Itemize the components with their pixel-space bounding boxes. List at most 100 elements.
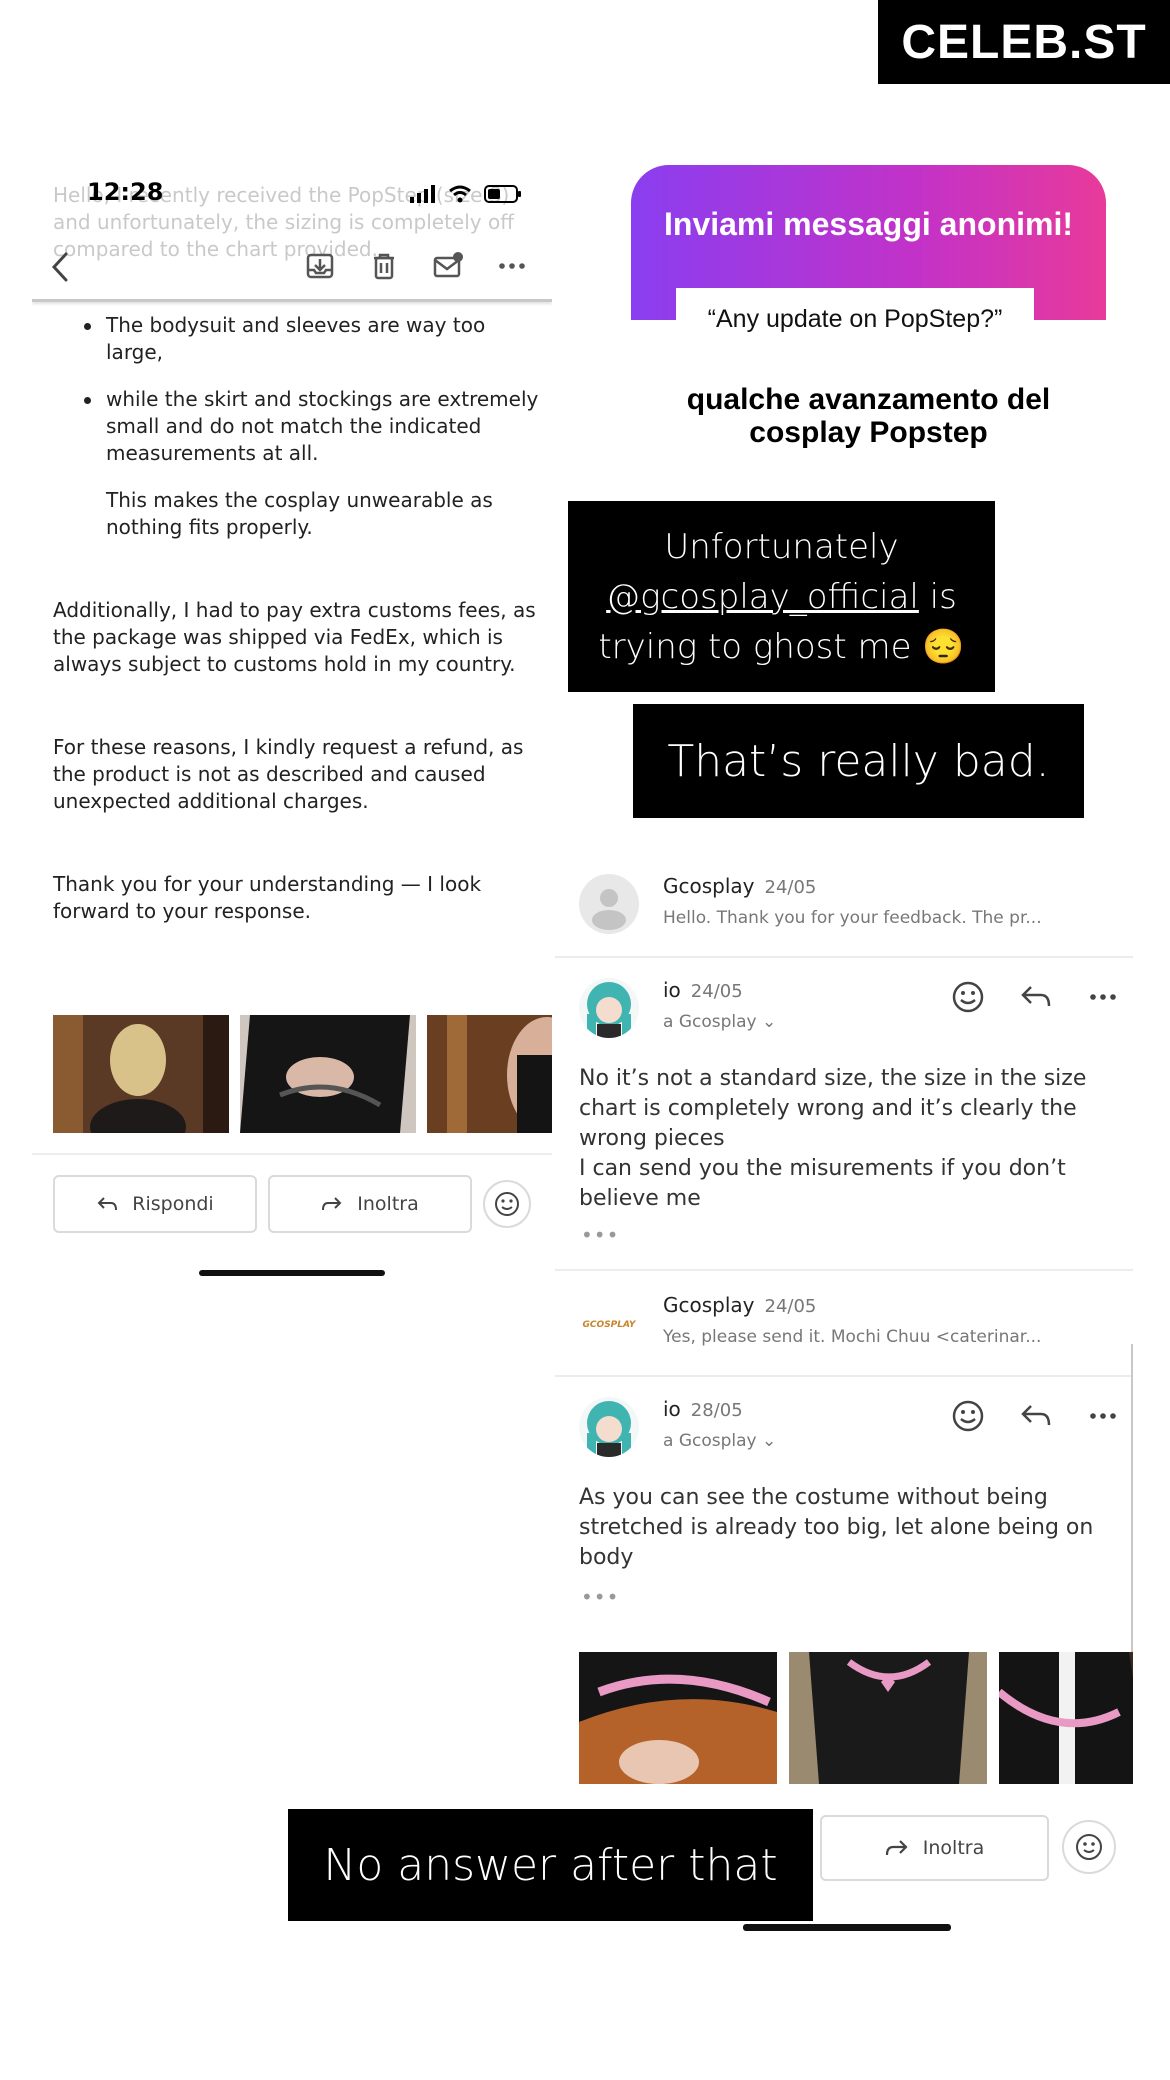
home-indicator: [743, 1924, 951, 1931]
message-date: 28/05: [690, 1400, 743, 1421]
battery-icon: [484, 185, 521, 203]
cellular-signal-icon: [410, 185, 435, 203]
message-date: 24/05: [690, 981, 743, 1002]
home-indicator: [199, 1270, 385, 1276]
attachment-photo[interactable]: [427, 1015, 552, 1133]
anonymous-question-card: Inviami messaggi anonimi! “Any update on…: [631, 165, 1106, 500]
sender-name: Gcosplay 24/05: [663, 874, 816, 898]
closing-paragraph: Thank you for your understanding — I loo…: [53, 872, 482, 923]
email-thread: Gcosplay 24/05 Hello. Thank you for your …: [555, 852, 1133, 1792]
expanded-message: io 24/05 a Gcosplay ⌄ No it’s not a stand…: [555, 958, 1133, 1271]
emoji-reaction-button[interactable]: [483, 1180, 531, 1228]
reply-label: Rispondi: [132, 1193, 214, 1215]
reply-arrow-icon: [97, 1197, 118, 1211]
emoji-reaction-button[interactable]: [1062, 1820, 1116, 1874]
message-date: 24/05: [764, 1296, 817, 1317]
list-item: while the skirt and stockings are extrem…: [53, 386, 543, 467]
anime-avatar-icon: [579, 1397, 639, 1457]
message-preview: Hello. Thank you for your feedback. The …: [663, 908, 1042, 928]
mark-unread-icon[interactable]: [432, 250, 464, 282]
forward-button[interactable]: Inoltra: [268, 1175, 472, 1233]
more-options-icon[interactable]: [1087, 1400, 1119, 1432]
more-options-icon[interactable]: [496, 250, 528, 282]
recipient-dropdown[interactable]: a Gcosplay ⌄: [663, 1431, 776, 1451]
smiley-icon: [1076, 1834, 1102, 1860]
attachment-photo[interactable]: [579, 1652, 777, 1784]
trash-icon[interactable]: [368, 250, 400, 282]
chevron-down-icon: ⌄: [762, 1012, 777, 1032]
sender-name: io 28/05: [663, 1397, 743, 1421]
attachment-photo[interactable]: [240, 1015, 416, 1133]
reply-icon[interactable]: [1019, 1401, 1053, 1431]
email-body: The bodysuit and sleeves are way too lar…: [53, 312, 543, 925]
message-body: No it’s not a standard size, the size in…: [579, 1064, 1119, 1214]
default-user-icon: [592, 889, 626, 930]
sender-label: io: [663, 978, 681, 1002]
avatar: [579, 978, 639, 1038]
archive-icon[interactable]: [304, 250, 336, 282]
no-answer-caption: No answer after that: [288, 1809, 813, 1921]
list-item: The bodysuit and sleeves are way too lar…: [53, 312, 543, 366]
show-quoted-text-button[interactable]: •••: [581, 1223, 619, 1247]
attachment-thumbnails: [53, 1015, 552, 1133]
recipient-label: a Gcosplay: [663, 1012, 757, 1032]
status-icons: [410, 185, 522, 203]
attachment-photos: [579, 1652, 1133, 1784]
question-text: “Any update on PopStep?”: [676, 288, 1034, 350]
refund-paragraph: For these reasons, I kindly request a re…: [53, 735, 524, 813]
reply-icon[interactable]: [1019, 982, 1053, 1012]
sender-name: io 24/05: [663, 978, 743, 1002]
question-card-title: Inviami messaggi anonimi!: [664, 206, 1073, 242]
sender-label: Gcosplay: [663, 874, 755, 898]
anime-avatar-icon: [579, 978, 639, 1038]
message-actions: [951, 1399, 1119, 1433]
email-screenshot: Hello, I recently received the PopStep (…: [32, 160, 552, 1295]
recipient-dropdown[interactable]: a Gcosplay ⌄: [663, 1012, 776, 1032]
reaction-caption: That’s really bad.: [633, 704, 1084, 818]
back-button[interactable]: [46, 250, 76, 288]
forward-arrow-icon: [322, 1197, 342, 1211]
attachment-photo[interactable]: [53, 1015, 229, 1133]
mention-link[interactable]: @gcosplay_official: [606, 577, 919, 617]
message-actions: [951, 980, 1119, 1014]
attachment-photo[interactable]: [789, 1652, 987, 1784]
sender-name: Gcosplay 24/05: [663, 1293, 816, 1317]
collapsed-message[interactable]: GCOSPLAY Gcosplay 24/05 Yes, please send …: [555, 1271, 1133, 1377]
customs-paragraph: Additionally, I had to pay extra customs…: [53, 598, 536, 676]
wifi-icon: [449, 185, 471, 203]
thread-scrollbar[interactable]: [1131, 1344, 1133, 1656]
show-quoted-text-button[interactable]: •••: [581, 1585, 619, 1609]
message-body: As you can see the costume without being…: [579, 1485, 1094, 1570]
recipient-label: a Gcosplay: [663, 1431, 757, 1451]
caption-line: Unfortunately: [664, 526, 899, 567]
sender-label: io: [663, 1397, 681, 1421]
chevron-left-icon: [51, 252, 68, 282]
smiley-icon[interactable]: [951, 980, 985, 1014]
collapsed-message[interactable]: Gcosplay 24/05 Hello. Thank you for your …: [555, 852, 1133, 958]
reply-button[interactable]: Rispondi: [53, 1175, 257, 1233]
smiley-icon[interactable]: [951, 1399, 985, 1433]
gcosplay-logo: GCOSPLAY: [579, 1293, 639, 1353]
gcosplay-logo-text: GCOSPLAY: [583, 1320, 637, 1330]
ghosting-caption: Unfortunately @gcosplay_official is tryi…: [568, 501, 995, 692]
question-answer: qualche avanzamento del cosplay Popstep: [686, 383, 1051, 449]
sender-label: Gcosplay: [663, 1293, 755, 1317]
message-line: No it’s not a standard size, the size in…: [579, 1066, 1087, 1151]
forward-button[interactable]: Inoltra: [820, 1815, 1049, 1881]
email-toolbar: [32, 232, 552, 302]
chevron-down-icon: ⌄: [762, 1431, 777, 1451]
unwearable-note: This makes the cosplay unwearable as not…: [106, 488, 493, 539]
forward-label: Inoltra: [922, 1837, 985, 1859]
more-options-icon[interactable]: [1087, 981, 1119, 1013]
avatar: [579, 874, 639, 934]
message-date: 24/05: [764, 877, 817, 898]
size-issue-list: The bodysuit and sleeves are way too lar…: [53, 312, 543, 467]
forward-arrow-icon: [885, 1840, 908, 1856]
message-line: I can send you the misurements if you do…: [579, 1156, 1066, 1211]
celebst-watermark: CELEB.ST: [878, 0, 1170, 84]
forward-label: Inoltra: [357, 1193, 419, 1215]
attachment-photo[interactable]: [999, 1652, 1133, 1784]
smiley-icon: [495, 1192, 519, 1216]
status-time: 12:28: [87, 178, 164, 206]
avatar: [579, 1397, 639, 1457]
